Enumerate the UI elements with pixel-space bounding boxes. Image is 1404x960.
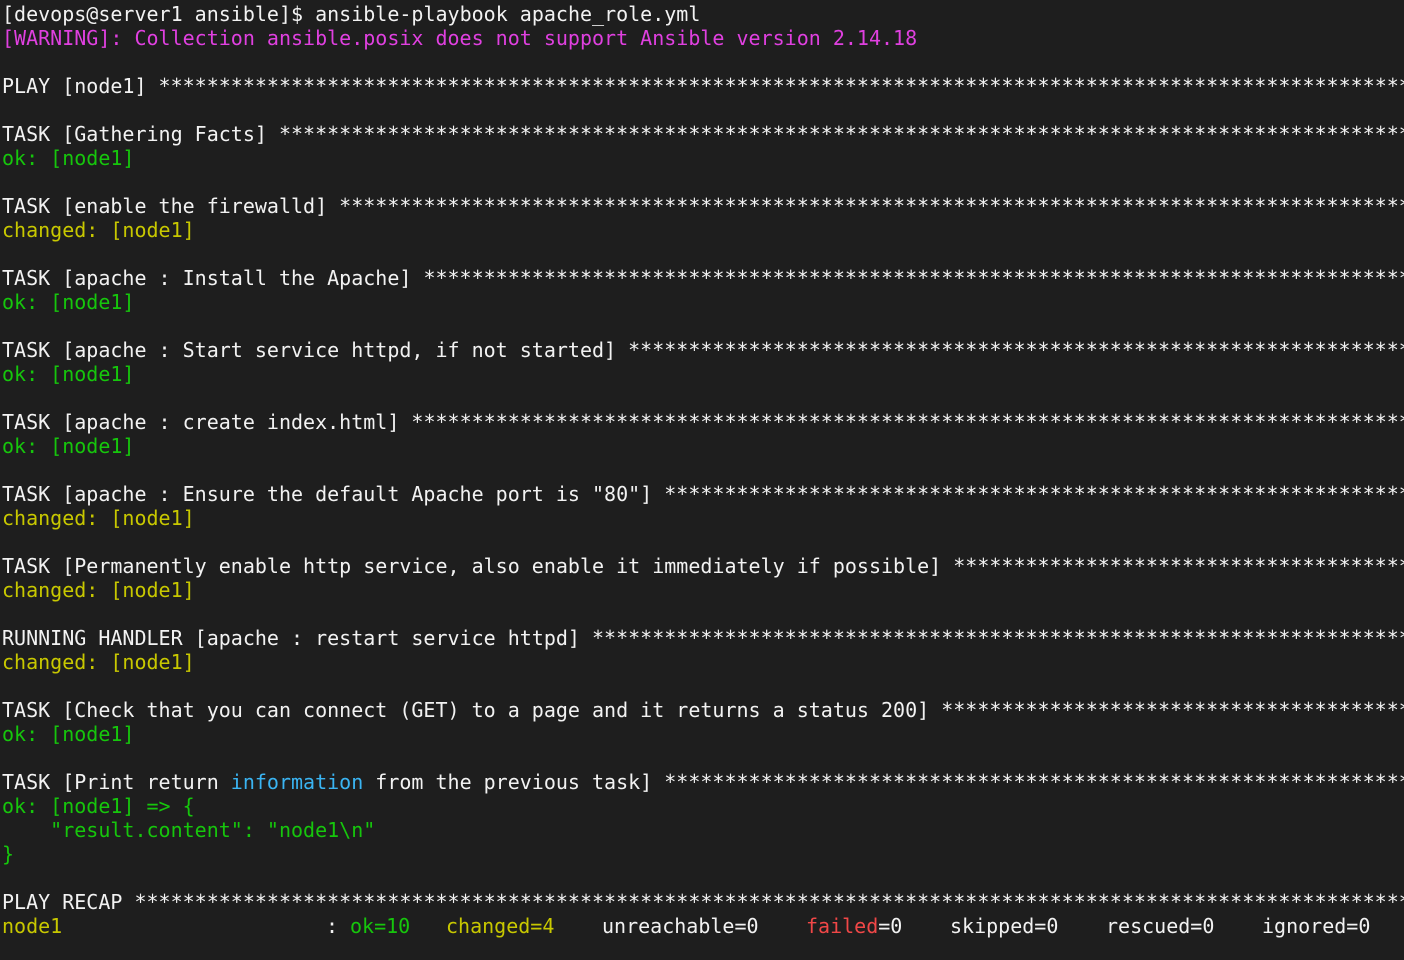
recap-failed: failed=0 bbox=[806, 914, 950, 938]
recap-ignored: ignored=0 bbox=[1262, 914, 1371, 938]
command-text: ansible-playbook apache_role.yml bbox=[315, 2, 701, 26]
task-header-text: TASK [enable the firewalld] bbox=[2, 194, 340, 218]
recap-row: node1: ok=10 changed=4 unreachable=0 failed… bbox=[2, 914, 1404, 938]
stars-fill: ****************************************… bbox=[278, 122, 1404, 146]
warning-line: [WARNING]: Collection ansible.posix does… bbox=[2, 26, 918, 50]
task-header-text: TASK [Permanently enable http service, a… bbox=[2, 554, 954, 578]
task-result: changed: [node1] bbox=[2, 218, 195, 242]
task-result: ok: [node1] bbox=[2, 722, 135, 746]
recap-changed: changed=4 bbox=[446, 914, 555, 938]
play-header-text: PLAY [node1] bbox=[2, 74, 159, 98]
recap-rescued: rescued=0 bbox=[1106, 914, 1215, 938]
recap-header-text: PLAY RECAP bbox=[2, 890, 135, 914]
recap-skipped: skipped=0 bbox=[950, 914, 1059, 938]
stars-fill: ****************************************… bbox=[592, 626, 1404, 650]
task-result: changed: [node1] bbox=[2, 650, 195, 674]
recap-failed-label: failed bbox=[806, 914, 879, 938]
task-result: changed: [node1] bbox=[2, 506, 195, 530]
task-header: TASK [apache : Start service httpd, if n… bbox=[2, 338, 1404, 362]
task-header: TASK [apache : Ensure the default Apache… bbox=[2, 482, 1404, 506]
recap-separator: : bbox=[326, 914, 351, 938]
terminal-output[interactable]: [devops@server1 ansible]$ ansible-playbo… bbox=[2, 2, 1404, 960]
task-header-pre: TASK [Print return bbox=[2, 770, 231, 794]
task-header: TASK [apache : Install the Apache] *****… bbox=[2, 266, 1404, 290]
task-header-text: TASK [Gathering Facts] bbox=[2, 122, 279, 146]
recap-failed-value: =0 bbox=[878, 914, 903, 938]
task-header-highlight: information bbox=[230, 770, 364, 794]
stars-fill: ****************************************… bbox=[628, 338, 1404, 362]
stars-fill: ****************************************… bbox=[423, 266, 1404, 290]
stars-fill: ****************************************… bbox=[953, 554, 1404, 578]
shell-prompt: [devops@server1 ansible]$ bbox=[2, 2, 316, 26]
recap-host: node1 bbox=[2, 914, 63, 938]
stars-fill: ****************************************… bbox=[664, 482, 1404, 506]
task-header: RUNNING HANDLER [apache : restart servic… bbox=[2, 626, 1404, 650]
task-header-text: RUNNING HANDLER [apache : restart servic… bbox=[2, 626, 593, 650]
task-header: TASK [Check that you can connect (GET) t… bbox=[2, 698, 1404, 722]
task-header: TASK [enable the firewalld] ************… bbox=[2, 194, 1404, 218]
task-header-post: from the previous task] bbox=[363, 770, 665, 794]
task-header-text: TASK [Check that you can connect (GET) t… bbox=[2, 698, 942, 722]
stars-fill: ****************************************… bbox=[158, 74, 1404, 98]
stars-fill: ****************************************… bbox=[134, 890, 1404, 914]
task-header: TASK [Gathering Facts] *****************… bbox=[2, 122, 1404, 146]
task-result-open: ok: [node1] => { bbox=[2, 794, 195, 818]
task-header-text: TASK [apache : create index.html] bbox=[2, 410, 412, 434]
task-result-close: } bbox=[2, 842, 15, 866]
recap-unreachable: unreachable=0 bbox=[602, 914, 759, 938]
play-header: PLAY [node1] ***************************… bbox=[2, 74, 1404, 98]
task-result: changed: [node1] bbox=[2, 578, 195, 602]
stars-fill: ****************************************… bbox=[941, 698, 1404, 722]
task-header-text: TASK [apache : Install the Apache] bbox=[2, 266, 424, 290]
task-header: TASK [Permanently enable http service, a… bbox=[2, 554, 1404, 578]
task-list: TASK [Gathering Facts] *****************… bbox=[2, 122, 1404, 770]
task-result: ok: [node1] bbox=[2, 434, 135, 458]
recap-ok: ok=10 bbox=[350, 914, 411, 938]
command-line: [devops@server1 ansible]$ ansible-playbo… bbox=[2, 2, 1404, 26]
task-result-body: "result.content": "node1\n" bbox=[2, 818, 376, 842]
task-header-text: TASK [apache : Ensure the default Apache… bbox=[2, 482, 665, 506]
task-header-text: TASK [apache : Start service httpd, if n… bbox=[2, 338, 629, 362]
stars-fill: ****************************************… bbox=[339, 194, 1404, 218]
task-result: ok: [node1] bbox=[2, 362, 135, 386]
task-header: TASK [apache : create index.html] ******… bbox=[2, 410, 1404, 434]
stars-fill: ****************************************… bbox=[664, 770, 1404, 794]
task-result: ok: [node1] bbox=[2, 290, 135, 314]
task-result: ok: [node1] bbox=[2, 146, 135, 170]
task-header: TASK [Print return information from the … bbox=[2, 770, 1404, 794]
recap-header: PLAY RECAP *****************************… bbox=[2, 890, 1404, 914]
stars-fill: ****************************************… bbox=[411, 410, 1404, 434]
